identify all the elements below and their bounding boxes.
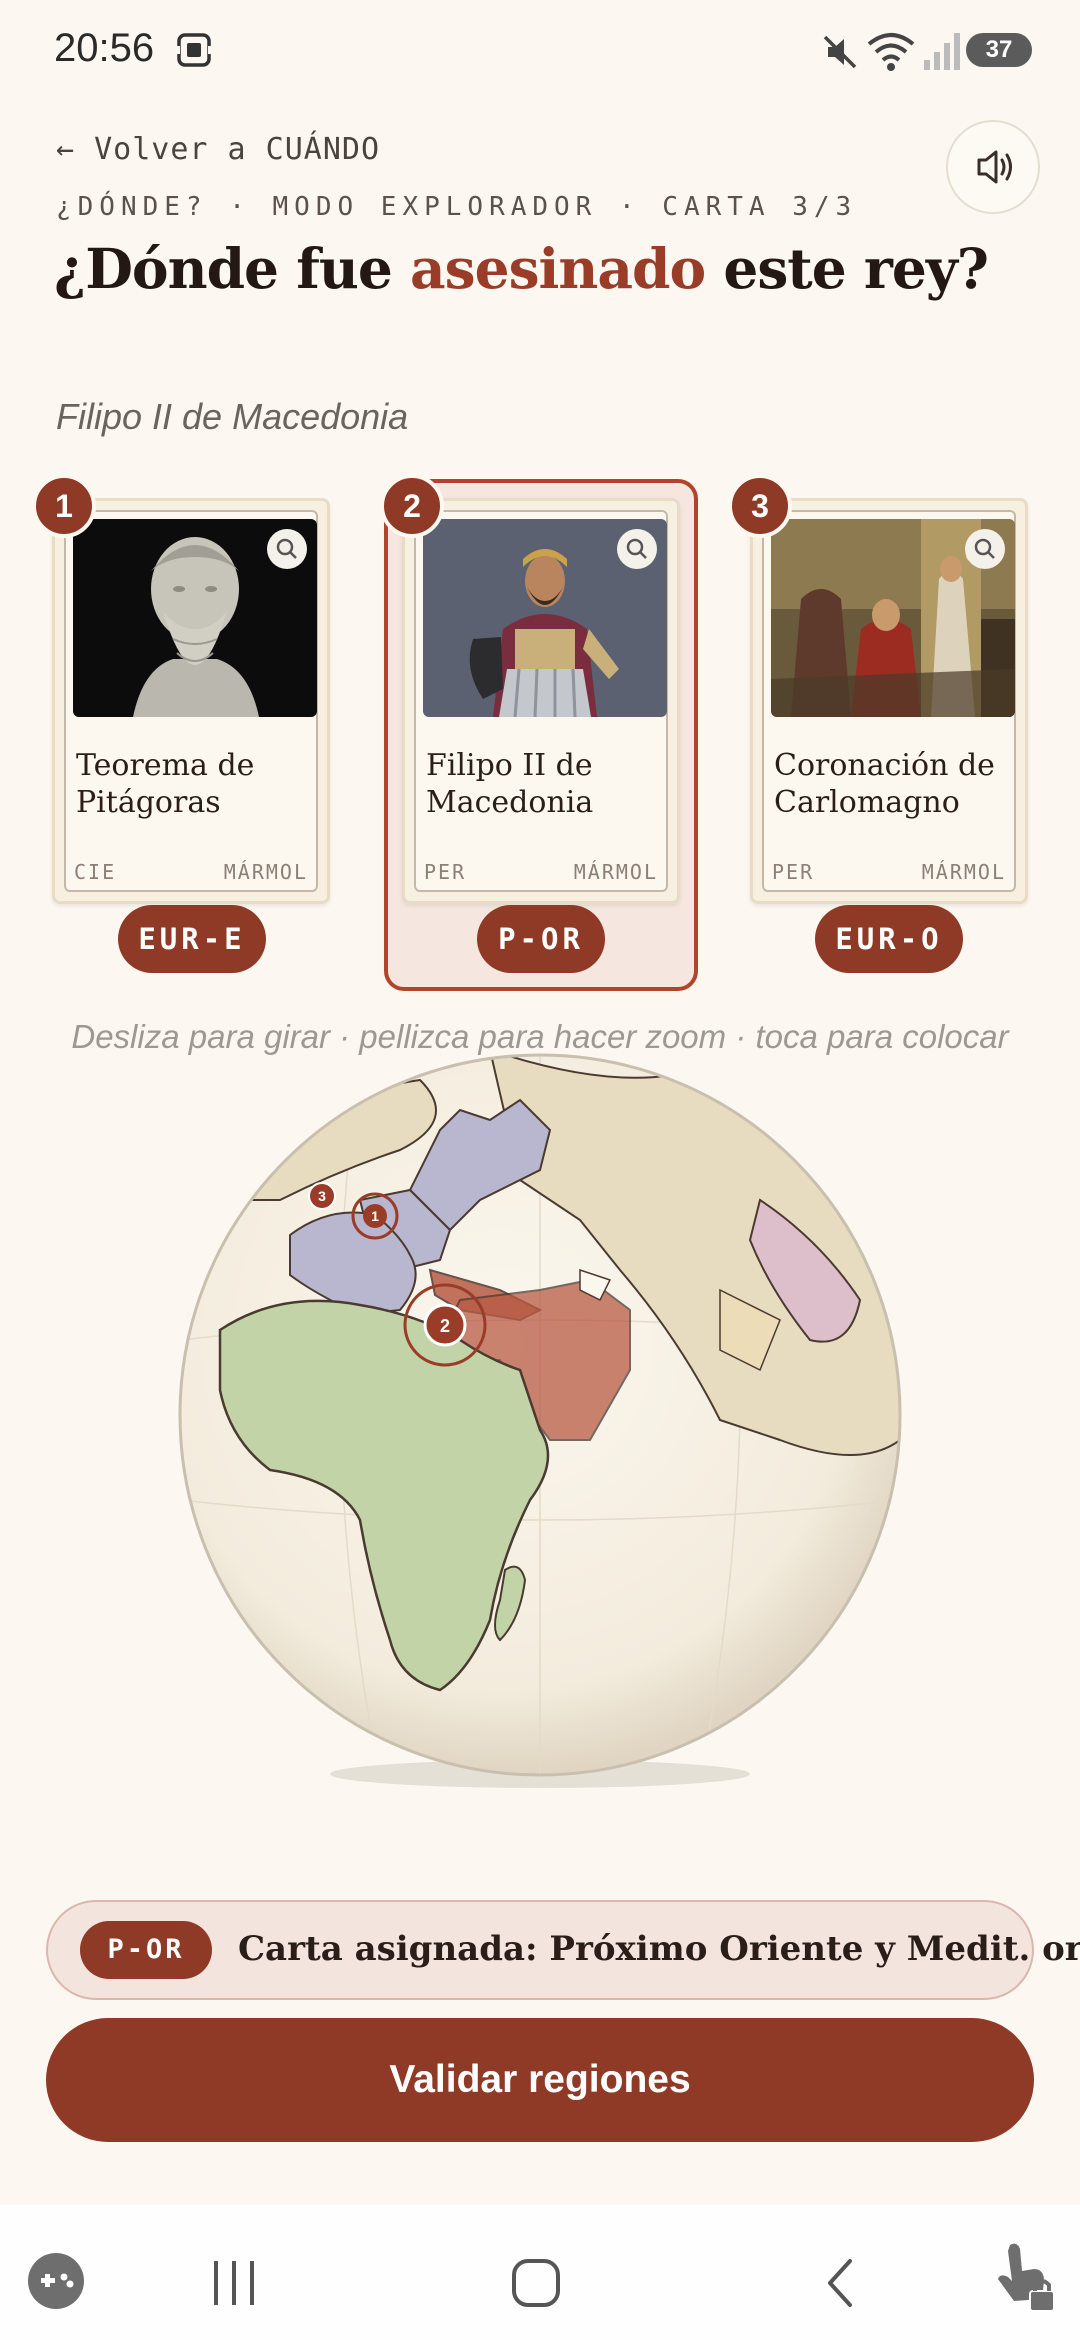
search-icon: [276, 538, 297, 559]
card-title: Filipo II de Macedonia: [426, 748, 594, 820]
sound-button[interactable]: [946, 120, 1040, 214]
wifi-icon: [867, 33, 915, 71]
card-image-carlomagno: [771, 519, 1015, 717]
card-material: MÁRMOL: [921, 860, 1006, 884]
card-title: Coronación de Carlomagno: [774, 748, 995, 820]
system-nav-bar: [0, 2205, 1080, 2340]
recents-icon[interactable]: [204, 2255, 264, 2311]
game-meta: ¿DÓNDE? · MODO EXPLORADOR · CARTA 3/3: [56, 192, 858, 222]
card-carlomagno[interactable]: Coronación de Carlomagno PER MÁRMOL: [750, 498, 1028, 904]
card-material: MÁRMOL: [573, 860, 658, 884]
game-icon[interactable]: [24, 2249, 88, 2313]
assigned-region-pill: P-OR: [80, 1921, 212, 1979]
card-inner: Filipo II de Macedonia PER MÁRMOL: [414, 510, 668, 892]
touch-lock-icon[interactable]: [990, 2235, 1060, 2315]
region-pill-eur-o[interactable]: EUR-O: [815, 905, 963, 973]
card-number-badge: 1: [32, 474, 96, 538]
status-time: 20:56: [54, 26, 155, 70]
card-inner: Teorema de Pitágoras CIE MÁRMOL: [64, 510, 318, 892]
assigned-card-text: Carta asignada: Próximo Oriente y Medit.…: [238, 1929, 1080, 1969]
region-pill-p-or[interactable]: P-OR: [477, 905, 605, 973]
globe-map[interactable]: 1 3 2: [160, 1040, 920, 1800]
search-icon: [974, 538, 995, 559]
signal-icon: [924, 33, 960, 70]
title-part: este rey?: [705, 236, 989, 301]
card-category: PER: [772, 860, 815, 884]
sound-icon: [977, 150, 1012, 184]
card-title: Teorema de Pitágoras: [76, 748, 255, 820]
region-pill-eur-e[interactable]: EUR-E: [118, 905, 266, 973]
globe-marker-1-label: 1: [371, 1208, 379, 1224]
card-pitagoras[interactable]: Teorema de Pitágoras CIE MÁRMOL: [52, 498, 330, 904]
validate-regions-button[interactable]: Validar regiones: [46, 2018, 1034, 2142]
card-number-badge: 3: [728, 474, 792, 538]
title-accent: asesinado: [409, 236, 706, 301]
back-link[interactable]: ← Volver a CUÁNDO: [56, 132, 380, 167]
zoom-button[interactable]: [965, 529, 1005, 569]
assigned-card-bar: P-OR Carta asignada: Próximo Oriente y M…: [46, 1900, 1080, 2000]
battery-indicator: 37: [966, 33, 1032, 67]
globe-marker-2-label: 2: [440, 1316, 450, 1336]
card-number-badge: 2: [380, 474, 444, 538]
card-category: CIE: [74, 860, 117, 884]
card-image-filipo: [423, 519, 667, 717]
title-part: ¿Dónde fue: [54, 236, 410, 301]
search-icon: [626, 538, 647, 559]
status-bar: 20:56 37: [0, 0, 1080, 100]
screenshot-icon: [174, 33, 214, 67]
card-category: PER: [424, 860, 467, 884]
subject-name: Filipo II de Macedonia: [56, 396, 409, 437]
globe-marker-3-label: 3: [318, 1188, 326, 1204]
home-icon[interactable]: [508, 2253, 564, 2313]
card-material: MÁRMOL: [223, 860, 308, 884]
page-title: ¿Dónde fue asesinado este rey?: [54, 236, 989, 301]
zoom-button[interactable]: [617, 529, 657, 569]
card-image-pitagoras: [73, 519, 317, 717]
back-icon[interactable]: [816, 2253, 866, 2313]
globe-marker-3[interactable]: 3: [308, 1182, 336, 1210]
card-filipo[interactable]: Filipo II de Macedonia PER MÁRMOL: [402, 498, 680, 904]
mute-icon: [823, 35, 857, 69]
card-inner: Coronación de Carlomagno PER MÁRMOL: [762, 510, 1016, 892]
zoom-button[interactable]: [267, 529, 307, 569]
